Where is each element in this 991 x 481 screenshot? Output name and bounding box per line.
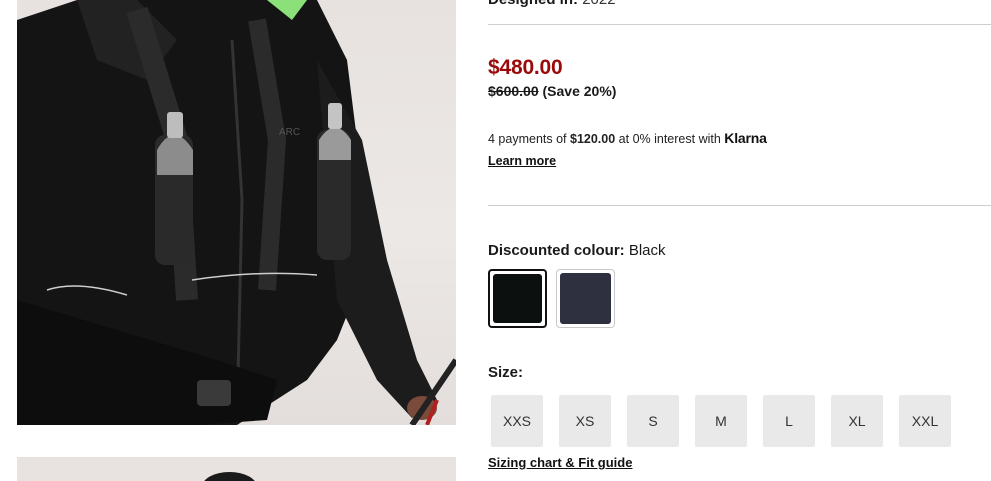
model-head-shape [202, 472, 257, 481]
product-image-thumbnail[interactable] [17, 457, 456, 481]
original-price-row: $600.00 (Save 20%) [488, 83, 616, 99]
colour-swatch-navy[interactable] [556, 269, 615, 328]
colour-value: Black [628, 242, 666, 259]
swatch-fill [560, 273, 611, 324]
size-button-xs[interactable]: XS [559, 395, 611, 447]
product-details-panel: Designed in: 2022 $480.00 $600.00 (Save … [488, 0, 991, 481]
klarna-logo: Klarna [724, 130, 767, 146]
jacket-with-vest-illustration: ARC [17, 0, 456, 425]
klarna-suffix: at 0% interest with [618, 132, 721, 146]
svg-text:ARC: ARC [279, 127, 300, 138]
size-button-xxs[interactable]: XXS [491, 395, 543, 447]
colour-label: Discounted colour: [488, 242, 625, 259]
size-button-s[interactable]: S [627, 395, 679, 447]
size-button-xxl[interactable]: XXL [899, 395, 951, 447]
original-price: $600.00 [488, 83, 539, 99]
designed-in-row: Designed in: 2022 [488, 0, 616, 8]
divider [488, 205, 991, 206]
size-button-l[interactable]: L [763, 395, 815, 447]
learn-more-link[interactable]: Learn more [488, 154, 556, 168]
product-image-main[interactable]: ARC [17, 0, 456, 425]
size-button-m[interactable]: M [695, 395, 747, 447]
klarna-installments: 4 payments of $120.00 at 0% interest wit… [488, 130, 767, 146]
size-button-xl[interactable]: XL [831, 395, 883, 447]
savings-text: (Save 20%) [542, 83, 617, 99]
divider [488, 24, 991, 25]
klarna-prefix: 4 payments of [488, 132, 567, 146]
swatch-fill [493, 274, 542, 323]
klarna-amount: $120.00 [570, 132, 616, 146]
designed-in-label: Designed in: [488, 0, 578, 8]
colour-label-row: Discounted colour: Black [488, 242, 666, 259]
designed-in-value: 2022 [582, 0, 615, 8]
sizing-chart-link[interactable]: Sizing chart & Fit guide [488, 455, 632, 470]
sale-price: $480.00 [488, 56, 563, 79]
colour-swatch-black[interactable] [488, 269, 547, 328]
size-label: Size: [488, 364, 524, 381]
